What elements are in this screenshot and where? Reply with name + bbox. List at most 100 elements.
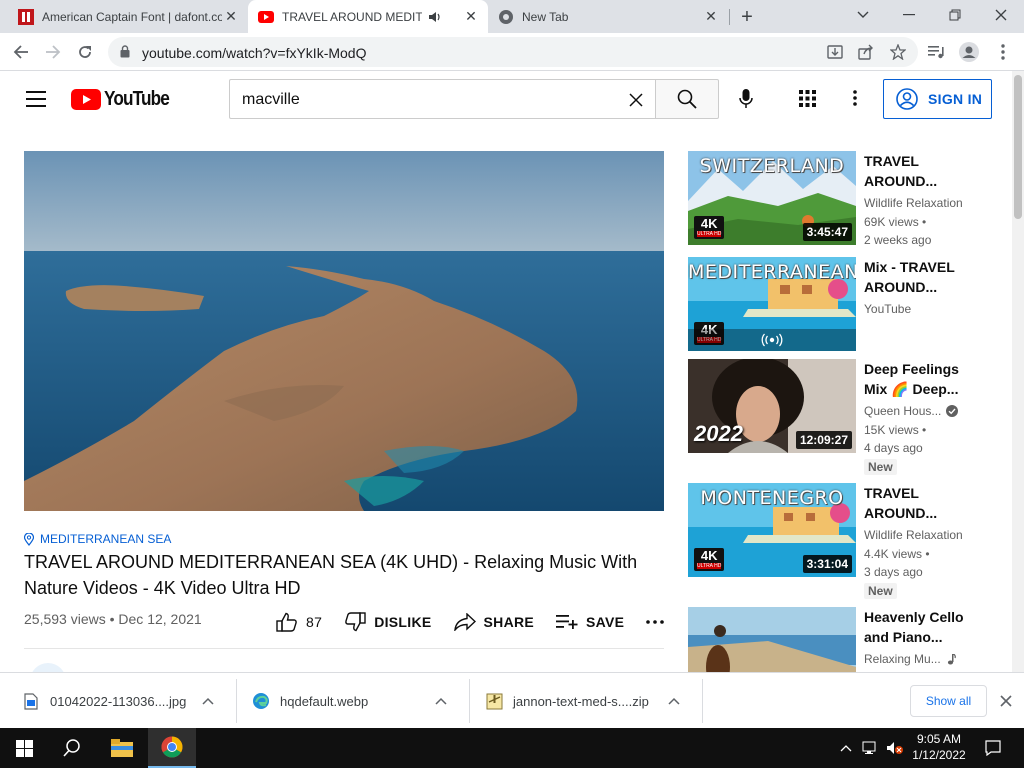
- channel-name[interactable]: Wildlife Relaxation: [864, 528, 963, 542]
- volume-muted-icon[interactable]: [884, 728, 906, 768]
- recommendation-item[interactable]: MEDITERRANEAN 4K ULTRA HD Mix - TRAVEL AR…: [688, 257, 988, 351]
- tab-dafont[interactable]: American Captain Font | dafont.com ✕: [8, 0, 248, 33]
- scrollbar-thumb[interactable]: [1014, 75, 1022, 219]
- taskbar-search-icon[interactable]: [48, 728, 96, 768]
- network-icon[interactable]: [860, 728, 882, 768]
- channel-name[interactable]: Queen Hous...: [864, 404, 959, 418]
- video-thumbnail[interactable]: MEDITERRANEAN 4K ULTRA HD: [688, 257, 856, 351]
- address-bar[interactable]: youtube.com/watch?v=fxYkIk-ModQ: [108, 37, 918, 67]
- youtube-logo[interactable]: YouTube: [71, 88, 180, 111]
- show-all-downloads-button[interactable]: Show all: [910, 685, 987, 717]
- tab-youtube-video[interactable]: TRAVEL AROUND MEDITERRANEAN SEA (4K UHD)…: [248, 0, 488, 33]
- video-title[interactable]: TRAVEL AROUND...: [864, 151, 974, 191]
- recommendation-item[interactable]: MONTENEGRO 4K ULTRA HD 3:31:04 TRAVEL ARO…: [688, 483, 988, 599]
- channel-name[interactable]: YouTube: [864, 302, 911, 316]
- video-thumbnail[interactable]: 2022 12:09:27: [688, 359, 856, 453]
- sign-in-button[interactable]: SIGN IN: [883, 79, 992, 119]
- youtube-play-logo-icon: [71, 89, 101, 110]
- settings-more-icon[interactable]: [842, 85, 868, 111]
- install-app-icon[interactable]: [826, 43, 844, 61]
- lock-icon[interactable]: [120, 45, 130, 63]
- view-count-text: 69K views: [864, 215, 919, 229]
- download-item[interactable]: 01042022-113036....jpg: [0, 673, 236, 729]
- restore-icon[interactable]: [932, 0, 978, 30]
- live-radio-icon: [761, 333, 783, 347]
- microphone-icon: [739, 89, 753, 108]
- save-button[interactable]: SAVE: [556, 614, 624, 630]
- share-button[interactable]: SHARE: [453, 613, 535, 631]
- system-clock[interactable]: 9:05 AM 1/12/2022: [906, 731, 972, 763]
- page-scrollbar[interactable]: [1012, 71, 1024, 672]
- tab-title: American Captain Font | dafont.com: [42, 9, 222, 24]
- share-icon[interactable]: [857, 43, 875, 61]
- video-player[interactable]: [24, 151, 664, 511]
- media-control-icon[interactable]: [924, 39, 950, 65]
- video-title[interactable]: Mix - TRAVEL AROUND...: [864, 257, 974, 297]
- close-tab-icon[interactable]: ✕: [222, 8, 240, 26]
- youtube-favicon-icon: [258, 9, 274, 25]
- thumbs-down-icon: [345, 612, 366, 632]
- speaker-icon[interactable]: [426, 8, 444, 26]
- youtube-apps-icon[interactable]: [794, 85, 820, 111]
- video-thumbnail[interactable]: MONTENEGRO 4K ULTRA HD 3:31:04: [688, 483, 856, 577]
- search-button[interactable]: [655, 79, 719, 119]
- search-input[interactable]: macville: [229, 79, 656, 119]
- close-window-icon[interactable]: [978, 0, 1024, 30]
- upload-age: 2 weeks ago: [864, 233, 932, 247]
- tab-new-tab[interactable]: New Tab ✕: [488, 0, 728, 33]
- guide-menu-icon[interactable]: [26, 91, 46, 107]
- show-hidden-icons-chevron-icon[interactable]: [836, 728, 856, 768]
- bookmark-star-icon[interactable]: [889, 43, 907, 61]
- recommendation-item[interactable]: SWITZERLAND 4K ULTRA HD 3:45:47 TRAVEL AR…: [688, 151, 988, 247]
- like-count: 87: [306, 614, 323, 630]
- verified-check-icon: [946, 405, 959, 417]
- video-title[interactable]: TRAVEL AROUND...: [864, 483, 974, 523]
- video-thumbnail[interactable]: SWITZERLAND 4K ULTRA HD 3:45:47: [688, 151, 856, 245]
- video-title[interactable]: Heavenly Cello and Piano...: [864, 607, 974, 647]
- minimize-icon[interactable]: [886, 0, 932, 30]
- dislike-button[interactable]: DISLIKE: [344, 612, 431, 632]
- chrome-taskbar-icon[interactable]: [148, 728, 196, 768]
- view-count-text: 15K views: [864, 423, 919, 437]
- download-item[interactable]: jannon-text-med-s....zip: [469, 673, 702, 729]
- channel-name[interactable]: Relaxing Mu...: [864, 652, 956, 666]
- more-actions-button[interactable]: [646, 620, 665, 624]
- youtube-masthead: YouTube macville SIGN IN: [0, 71, 1012, 127]
- chrome-menu-icon[interactable]: [990, 39, 1016, 65]
- close-tab-icon[interactable]: ✕: [702, 8, 720, 26]
- chevron-up-icon[interactable]: [668, 693, 684, 709]
- new-tab-plus-icon[interactable]: +: [736, 6, 758, 28]
- download-separator: [702, 679, 703, 723]
- start-windows-icon[interactable]: [0, 728, 48, 768]
- search-query-text: macville: [242, 91, 300, 108]
- recommendation-item[interactable]: Heavenly Cello and Piano... Relaxing Mu.…: [688, 607, 988, 672]
- voice-search-button[interactable]: [731, 84, 761, 114]
- thumbs-up-icon: [276, 612, 297, 632]
- reload-icon[interactable]: [72, 39, 98, 65]
- location-link[interactable]: MEDITERRANEAN SEA: [24, 532, 171, 546]
- download-filename: 01042022-113036....jpg: [50, 693, 187, 709]
- thumbnail-text: SWITZERLAND: [699, 155, 845, 177]
- back-icon[interactable]: [8, 39, 34, 65]
- channel-name[interactable]: Wildlife Relaxation: [864, 196, 963, 210]
- close-tab-icon[interactable]: ✕: [462, 8, 480, 26]
- notification-center-icon[interactable]: [978, 728, 1008, 768]
- chevron-up-icon[interactable]: [435, 693, 451, 709]
- forward-icon[interactable]: [40, 39, 66, 65]
- download-item[interactable]: hqdefault.webp: [236, 673, 469, 729]
- profile-icon[interactable]: [956, 39, 982, 65]
- meta-dot-separator: •: [918, 423, 927, 437]
- upload-age: 4 days ago: [864, 441, 923, 455]
- channel-name-text: Relaxing Mu...: [864, 652, 941, 666]
- close-download-shelf-icon[interactable]: [996, 691, 1016, 711]
- video-title[interactable]: Deep Feelings Mix 🌈 Deep...: [864, 359, 974, 399]
- file-explorer-icon[interactable]: [98, 728, 146, 768]
- video-thumbnail[interactable]: [688, 607, 856, 672]
- tab-search-chevron-icon[interactable]: [840, 0, 886, 30]
- new-badge: New: [864, 459, 897, 475]
- chevron-up-icon[interactable]: [202, 693, 218, 709]
- like-button[interactable]: 87: [276, 612, 322, 632]
- clear-search-icon[interactable]: [626, 90, 646, 110]
- recommendation-item[interactable]: 2022 12:09:27 Deep Feelings Mix 🌈 Deep..…: [688, 359, 988, 475]
- view-count-text: 4.4K views: [864, 547, 923, 561]
